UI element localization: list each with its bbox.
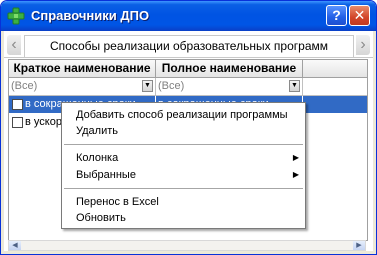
submenu-arrow-icon: ▶ bbox=[292, 170, 299, 179]
menu-item-label: Удалить bbox=[76, 125, 118, 137]
chevron-right-icon[interactable]: › bbox=[356, 35, 370, 55]
title-bar[interactable]: Справочники ДПО ? ✕ bbox=[1, 1, 376, 31]
scroll-right-icon[interactable]: ▶ bbox=[353, 241, 365, 250]
menu-separator bbox=[64, 144, 303, 145]
menu-item-refresh[interactable]: Обновить bbox=[62, 210, 305, 226]
menu-item-delete[interactable]: Удалить bbox=[62, 123, 305, 139]
tab-strip: ‹ Способы реализации образовательных про… bbox=[4, 31, 373, 58]
horizontal-scrollbar[interactable]: ◀ ▶ bbox=[8, 240, 366, 251]
scroll-left-icon[interactable]: ◀ bbox=[9, 241, 21, 250]
green-cross-icon bbox=[7, 7, 25, 25]
chevron-left-icon[interactable]: ‹ bbox=[7, 35, 21, 55]
menu-separator bbox=[64, 188, 303, 189]
dropdown-arrow-icon[interactable]: ▼ bbox=[289, 80, 300, 92]
row-checkbox[interactable] bbox=[12, 99, 23, 110]
menu-item-label: Колонка bbox=[76, 152, 119, 164]
window-title: Справочники ДПО bbox=[31, 8, 150, 23]
filter-row: (Все) ▼ (Все) ▼ bbox=[9, 78, 367, 96]
cell-text: в ускор bbox=[25, 116, 62, 128]
row-checkbox[interactable] bbox=[12, 117, 23, 128]
filter-value: (Все) bbox=[11, 80, 38, 92]
menu-item-selected[interactable]: Выбранные ▶ bbox=[62, 167, 305, 183]
column-header-short-name[interactable]: Краткое наименование bbox=[9, 60, 156, 77]
menu-item-column[interactable]: Колонка ▶ bbox=[62, 150, 305, 166]
filter-short-name[interactable]: (Все) ▼ bbox=[9, 78, 156, 95]
filter-full-name[interactable]: (Все) ▼ bbox=[156, 78, 303, 95]
column-header-full-name[interactable]: Полное наименование bbox=[156, 60, 303, 77]
close-icon: ✕ bbox=[353, 7, 366, 23]
dropdown-arrow-icon[interactable]: ▼ bbox=[142, 80, 153, 92]
submenu-arrow-icon: ▶ bbox=[292, 153, 299, 162]
help-icon: ? bbox=[332, 7, 341, 23]
menu-item-label: Выбранные bbox=[76, 169, 136, 181]
tab-education-methods[interactable]: Способы реализации образовательных прогр… bbox=[24, 35, 354, 57]
menu-item-label: Добавить способ реализации программы bbox=[76, 109, 288, 121]
help-button[interactable]: ? bbox=[326, 5, 347, 26]
menu-item-add-method[interactable]: Добавить способ реализации программы bbox=[62, 107, 305, 123]
close-button[interactable]: ✕ bbox=[349, 5, 370, 26]
menu-item-label: Перенос в Excel bbox=[76, 196, 159, 208]
menu-item-export-excel[interactable]: Перенос в Excel bbox=[62, 194, 305, 210]
menu-item-label: Обновить bbox=[76, 212, 126, 224]
filter-value: (Все) bbox=[158, 80, 185, 92]
cell-filler bbox=[303, 96, 367, 113]
grid-header: Краткое наименование Полное наименование bbox=[9, 60, 367, 78]
context-menu: Добавить способ реализации программы Уда… bbox=[61, 102, 306, 229]
